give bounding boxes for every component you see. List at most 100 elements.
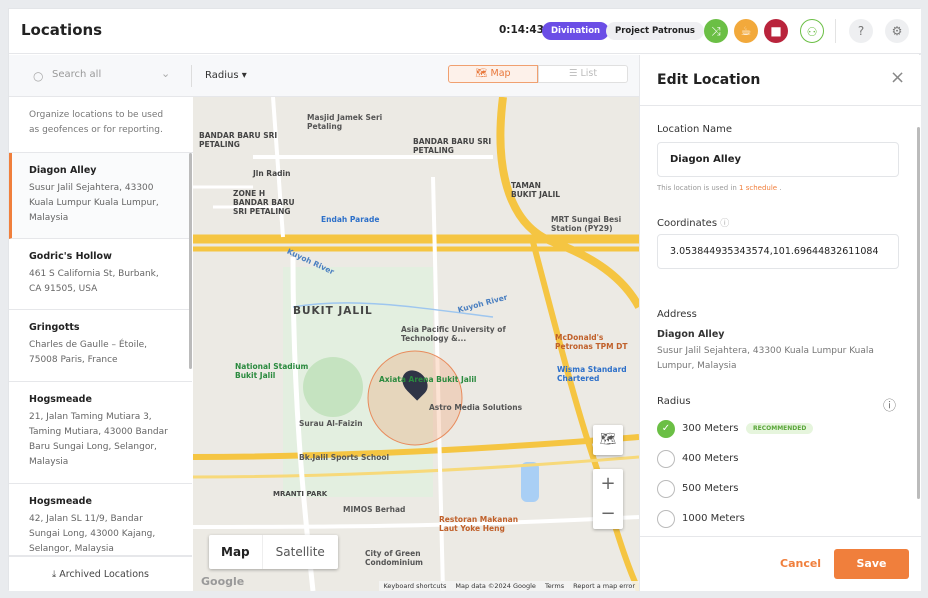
close-icon[interactable]: × [890, 67, 905, 88]
edit-location-panel: Edit Location × Location Name Diagon All… [639, 55, 921, 591]
list-item[interactable]: Hogsmeade 21, Jalan Taming Mutiara 3, Tam… [9, 382, 192, 484]
map-layers-icon[interactable]: 🗺 [593, 425, 623, 455]
address-text: Susur Jalil Sejahtera, 43300 Kuala Lumpu… [657, 346, 874, 371]
map-view-button[interactable]: 🗺 Map [448, 65, 538, 83]
report-error-link[interactable]: Report a map error [573, 582, 635, 590]
map-label: TAMAN BUKIT JALIL [511, 181, 561, 199]
usage-note: This location is used in 1 schedule . [657, 184, 782, 192]
info-icon[interactable]: ⓘ [883, 395, 896, 414]
list-item[interactable]: Godric's Hollow 461 S California St, Burb… [9, 239, 192, 310]
radio-1000-meters[interactable] [657, 510, 675, 528]
project-tag[interactable]: Divination [542, 22, 610, 40]
location-name-input[interactable]: Diagon Alley [657, 142, 899, 177]
list-item[interactable]: Diagon Alley Susur Jalil Sejahtera, 43300… [9, 153, 192, 239]
break-coffee-icon[interactable]: ☕ [734, 19, 758, 43]
map-label: Restoran Makanan Laut Yoke Heng [439, 515, 519, 533]
task-tag[interactable]: Project Patronus [606, 22, 704, 40]
radio-500-meters[interactable] [657, 480, 675, 498]
map-label: Asia Pacific University of Technology &.… [401, 325, 506, 343]
list-view-label: List [580, 68, 598, 79]
map-label: ZONE H BANDAR BARU SRI PETALING [233, 189, 295, 216]
location-list: Organize locations to be used as geofenc… [9, 97, 193, 591]
item-name: Gringotts [29, 322, 80, 333]
keyboard-shortcuts-link[interactable]: Keyboard shortcuts [383, 582, 446, 590]
map-data-text: Map data ©2024 Google [455, 582, 536, 590]
schedule-link[interactable]: 1 schedule [739, 184, 777, 192]
radius-option-label: 1000 Meters [682, 513, 745, 524]
panel-scrollbar[interactable] [917, 127, 920, 499]
map-label: Masjid Jamek Seri Petaling [307, 113, 383, 131]
item-name: Hogsmeade [29, 394, 92, 405]
zoom-controls: + − [593, 469, 623, 529]
list-view-button[interactable]: ☰ List [538, 65, 628, 83]
recommended-badge: RECOMMENDED [746, 423, 814, 434]
settings-icon[interactable]: ⚙ [885, 19, 909, 43]
archived-locations-button[interactable]: ⤓ Archived Locations [9, 556, 192, 591]
save-button[interactable]: Save [834, 549, 909, 579]
radius-option-label: 500 Meters [682, 483, 739, 494]
cancel-button[interactable]: Cancel [780, 557, 821, 570]
map-label: Endah Parade [321, 215, 380, 224]
divider [191, 65, 192, 87]
item-name: Diagon Alley [29, 165, 97, 176]
map-label: Astro Media Solutions [429, 403, 523, 412]
radio-400-meters[interactable] [657, 450, 675, 468]
panel-title: Edit Location [657, 72, 761, 88]
list-intro: Organize locations to be used as geofenc… [9, 97, 193, 153]
item-address: 21, Jalan Taming Mutiara 3, Taming Mutia… [29, 412, 168, 467]
map-label: McDonald's Petronas TPM DT [555, 333, 628, 351]
archived-label: Archived Locations [59, 569, 149, 580]
coordinates-label: Coordinates ⓘ [657, 216, 729, 229]
divider [640, 105, 921, 106]
terms-link[interactable]: Terms [545, 582, 564, 590]
help-icon[interactable]: ? [849, 19, 873, 43]
list-item[interactable]: Gringotts Charles de Gaulle – Étoile, 750… [9, 310, 192, 382]
map-label: MRT Sungai Besi Station (PY29) [551, 215, 622, 233]
zoom-out-button[interactable]: − [593, 499, 623, 529]
map-label: BANDAR BARU SRI PETALING [413, 137, 492, 155]
address-name: Diagon Alley [657, 329, 725, 340]
timer: 0:14:43 [499, 24, 544, 36]
address-label: Address [657, 309, 697, 320]
usage-suffix: . [779, 184, 782, 192]
map-label: Bk.Jalil Sports School [299, 453, 390, 462]
item-address: Susur Jalil Sejahtera, 43300 Kuala Lumpu… [29, 183, 159, 223]
info-icon[interactable]: ⓘ [720, 219, 729, 229]
list-scrollbar[interactable] [189, 153, 192, 369]
search-icon: ○ [33, 69, 44, 83]
lake [521, 462, 539, 502]
chevron-down-icon[interactable]: ⌄ [161, 67, 170, 80]
radius-label: Radius [657, 396, 691, 407]
radius-option-label: 400 Meters [682, 453, 739, 464]
user-check-icon[interactable]: ⚇ [800, 19, 824, 43]
map-label: BUKIT JALIL [293, 305, 373, 317]
archive-icon: ⤓ [52, 569, 57, 580]
item-name: Godric's Hollow [29, 251, 112, 262]
stop-icon[interactable]: ■ [764, 19, 788, 43]
map[interactable]: BANDAR BARU SRI PETALING Masjid Jamek Se… [193, 97, 639, 591]
header: Locations 0:14:43 Divination Project Pat… [9, 9, 921, 54]
coordinates-input[interactable]: 3.053844935343574,101.69644832611084 [657, 234, 899, 269]
map-label: Surau Al-Faizin [299, 419, 363, 428]
map-type-satellite-button[interactable]: Satellite [263, 535, 338, 569]
switch-task-icon[interactable]: ⤨ [704, 19, 728, 43]
item-name: Hogsmeade [29, 496, 92, 507]
map-type-map-button[interactable]: Map [209, 535, 263, 569]
item-address: 42, Jalan SL 11/9, Bandar Sungai Long, 4… [29, 514, 156, 554]
divider [640, 536, 921, 537]
radius-option-label: 300 Meters [682, 423, 739, 434]
list-item[interactable]: Hogsmeade 42, Jalan SL 11/9, Bandar Sunga… [9, 484, 192, 556]
map-label: Jln Radin [253, 169, 291, 178]
radius-filter[interactable]: Radius ▾ [205, 70, 247, 81]
google-logo: Google [201, 575, 245, 588]
map-label: BANDAR BARU SRI PETALING [199, 131, 278, 149]
radio-300-meters[interactable]: ✓ [657, 420, 675, 438]
map-label: Wisma Standard Chartered [557, 365, 627, 383]
map-label: MIMOS Berhad [343, 505, 406, 514]
app-window: Locations 0:14:43 Divination Project Pat… [8, 8, 921, 591]
zoom-in-button[interactable]: + [593, 469, 623, 499]
page-title: Locations [21, 21, 103, 39]
coordinates-label-text: Coordinates [657, 218, 718, 229]
search-input[interactable]: Search all [52, 69, 101, 80]
item-address: Charles de Gaulle – Étoile, 75008 Paris,… [29, 340, 147, 365]
